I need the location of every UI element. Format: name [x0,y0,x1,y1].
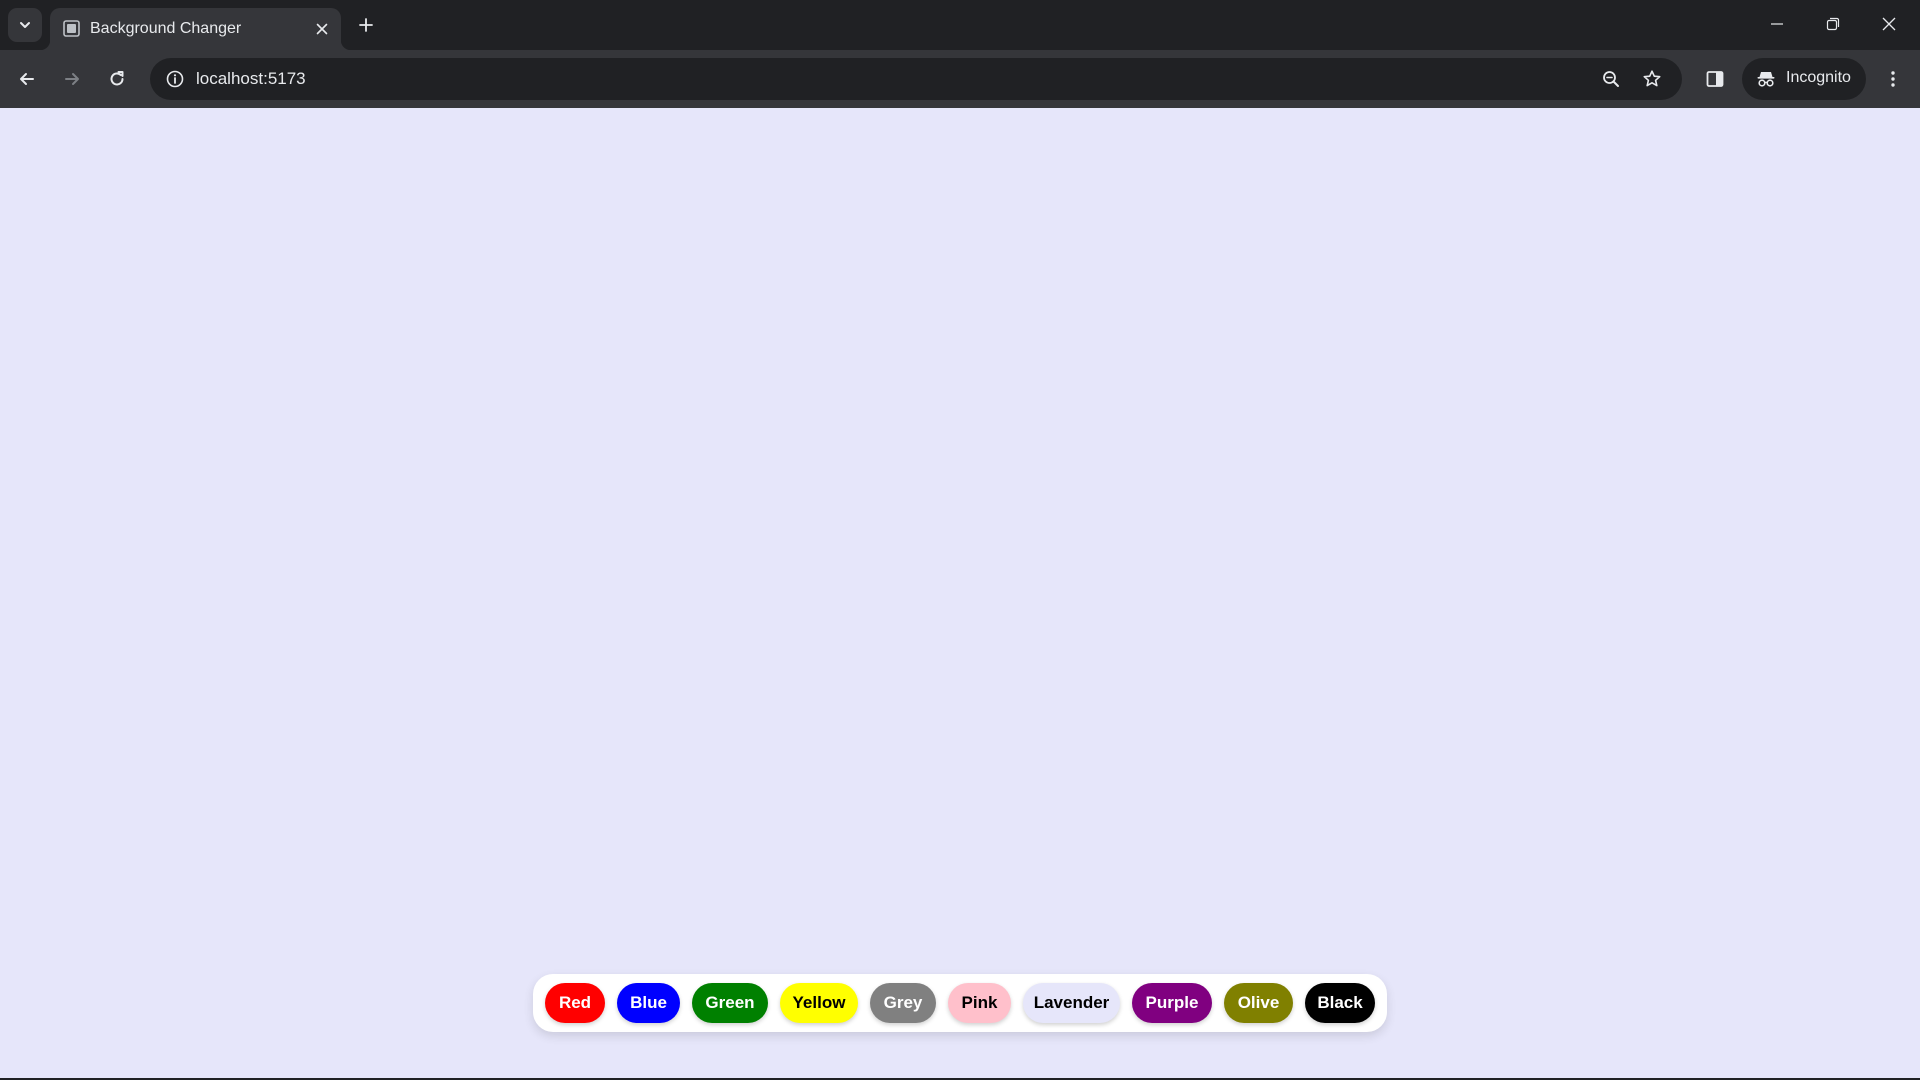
page-favicon-icon [63,20,80,37]
forward-button[interactable] [55,62,89,96]
color-button-green[interactable]: Green [692,983,768,1023]
tab-strip: Background Changer [0,0,1920,50]
color-button-grey[interactable]: Grey [870,983,936,1023]
back-button[interactable] [10,62,44,96]
bookmark-button[interactable] [1637,64,1667,94]
tab-close-button[interactable] [312,19,332,39]
color-button-black[interactable]: Black [1305,983,1375,1023]
more-vertical-icon [1891,71,1895,87]
zoom-button[interactable] [1596,64,1626,94]
color-button-yellow[interactable]: Yellow [780,983,858,1023]
restore-button[interactable] [1810,6,1856,42]
chevron-down-icon [20,22,30,28]
minimize-icon [1771,23,1783,25]
color-button-red[interactable]: Red [545,983,605,1023]
reload-button[interactable] [100,62,134,96]
minimize-button[interactable] [1754,6,1800,42]
browser-toolbar: localhost:5173 Incognito [0,50,1920,108]
side-panel-button[interactable] [1698,62,1732,96]
side-panel-icon [1706,71,1724,87]
address-bar[interactable]: localhost:5173 [150,58,1682,100]
close-icon [1882,17,1896,31]
tab-title: Background Changer [90,20,242,37]
color-button-bar: Red Blue Green Yellow Grey Pink Lavender… [533,974,1387,1032]
plus-icon [359,18,373,32]
tab-search-button[interactable] [8,8,42,42]
restore-icon [1826,17,1840,31]
reload-icon [110,71,124,86]
close-icon [316,23,328,35]
color-button-blue[interactable]: Blue [617,983,680,1023]
new-tab-button[interactable] [352,11,380,39]
info-icon [166,70,184,88]
incognito-profile-button[interactable]: Incognito [1742,58,1866,100]
color-button-purple[interactable]: Purple [1132,983,1212,1023]
browser-menu-button[interactable] [1876,62,1910,96]
arrow-right-icon [65,73,79,85]
arrow-left-icon [20,73,34,85]
site-info-button[interactable] [160,64,190,94]
star-icon [1643,70,1661,87]
page-viewport: Red Blue Green Yellow Grey Pink Lavender… [0,108,1920,1078]
color-button-lavender[interactable]: Lavender [1023,983,1120,1023]
incognito-icon [1757,72,1775,87]
color-button-olive[interactable]: Olive [1224,983,1293,1023]
incognito-label: Incognito [1786,69,1851,86]
close-window-button[interactable] [1866,6,1912,42]
browser-tab[interactable]: Background Changer [40,8,351,50]
url-text[interactable]: localhost:5173 [196,69,306,89]
zoom-out-icon [1603,71,1619,87]
color-button-pink[interactable]: Pink [948,983,1011,1023]
